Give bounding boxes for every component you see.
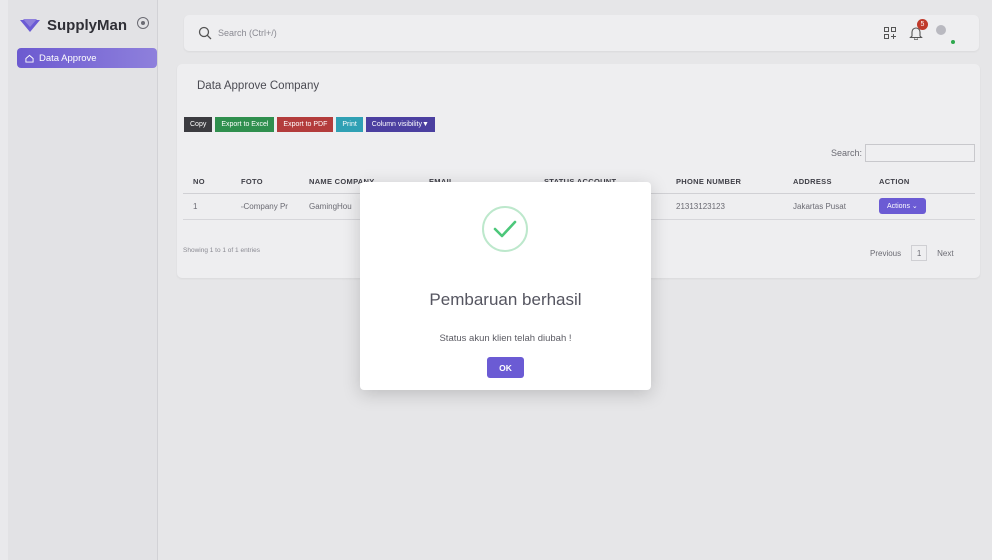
modal-message: Status akun klien telah diubah ! — [439, 333, 572, 344]
ok-button[interactable]: OK — [487, 357, 524, 378]
success-modal: Pembaruan berhasil Status akun klien tel… — [360, 182, 651, 390]
success-check-icon — [482, 206, 528, 252]
modal-title: Pembaruan berhasil — [429, 290, 582, 309]
